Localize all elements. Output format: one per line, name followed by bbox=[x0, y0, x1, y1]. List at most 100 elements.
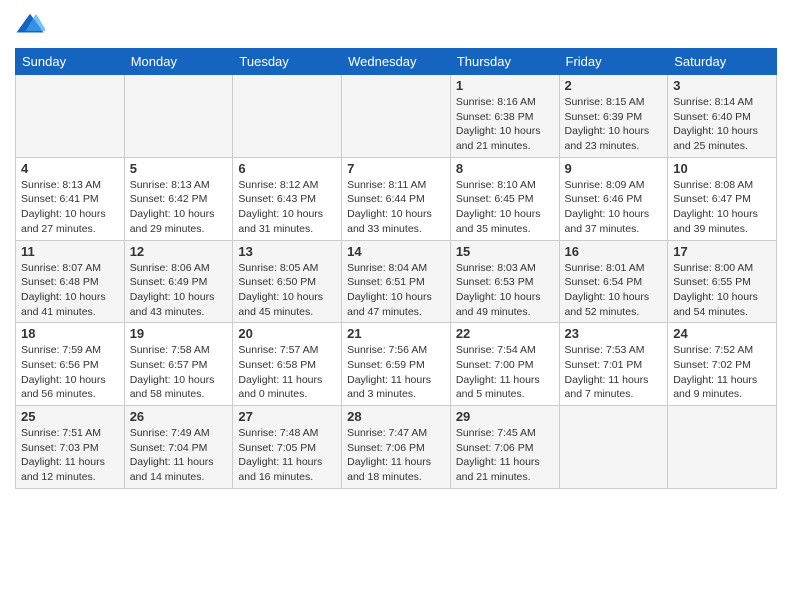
day-number: 12 bbox=[130, 244, 228, 259]
day-number: 18 bbox=[21, 326, 119, 341]
calendar-cell: 13 Sunrise: 8:05 AM Sunset: 6:50 PM Dayli… bbox=[233, 240, 342, 323]
weekday-header: Monday bbox=[124, 49, 233, 75]
day-info: Sunrise: 7:48 AM Sunset: 7:05 PM Dayligh… bbox=[238, 426, 336, 485]
calendar-table: SundayMondayTuesdayWednesdayThursdayFrid… bbox=[15, 48, 777, 489]
page-container: SundayMondayTuesdayWednesdayThursdayFrid… bbox=[0, 0, 792, 612]
day-info: Sunrise: 7:56 AM Sunset: 6:59 PM Dayligh… bbox=[347, 343, 445, 402]
day-number: 4 bbox=[21, 161, 119, 176]
calendar-cell: 11 Sunrise: 8:07 AM Sunset: 6:48 PM Dayli… bbox=[16, 240, 125, 323]
day-number: 11 bbox=[21, 244, 119, 259]
calendar-cell: 16 Sunrise: 8:01 AM Sunset: 6:54 PM Dayli… bbox=[559, 240, 668, 323]
calendar-cell: 20 Sunrise: 7:57 AM Sunset: 6:58 PM Dayli… bbox=[233, 323, 342, 406]
weekday-header: Saturday bbox=[668, 49, 777, 75]
calendar-cell: 1 Sunrise: 8:16 AM Sunset: 6:38 PM Daylig… bbox=[450, 75, 559, 158]
day-info: Sunrise: 7:52 AM Sunset: 7:02 PM Dayligh… bbox=[673, 343, 771, 402]
calendar-cell: 25 Sunrise: 7:51 AM Sunset: 7:03 PM Dayli… bbox=[16, 406, 125, 489]
day-number: 5 bbox=[130, 161, 228, 176]
calendar-week-row: 11 Sunrise: 8:07 AM Sunset: 6:48 PM Dayli… bbox=[16, 240, 777, 323]
weekday-header: Tuesday bbox=[233, 49, 342, 75]
day-info: Sunrise: 7:45 AM Sunset: 7:06 PM Dayligh… bbox=[456, 426, 554, 485]
day-info: Sunrise: 8:00 AM Sunset: 6:55 PM Dayligh… bbox=[673, 261, 771, 320]
calendar-week-row: 18 Sunrise: 7:59 AM Sunset: 6:56 PM Dayli… bbox=[16, 323, 777, 406]
day-info: Sunrise: 8:11 AM Sunset: 6:44 PM Dayligh… bbox=[347, 178, 445, 237]
calendar-cell: 24 Sunrise: 7:52 AM Sunset: 7:02 PM Dayli… bbox=[668, 323, 777, 406]
calendar-cell: 7 Sunrise: 8:11 AM Sunset: 6:44 PM Daylig… bbox=[342, 157, 451, 240]
calendar-cell: 17 Sunrise: 8:00 AM Sunset: 6:55 PM Dayli… bbox=[668, 240, 777, 323]
calendar-cell: 26 Sunrise: 7:49 AM Sunset: 7:04 PM Dayli… bbox=[124, 406, 233, 489]
calendar-week-row: 25 Sunrise: 7:51 AM Sunset: 7:03 PM Dayli… bbox=[16, 406, 777, 489]
day-info: Sunrise: 7:51 AM Sunset: 7:03 PM Dayligh… bbox=[21, 426, 119, 485]
calendar-cell bbox=[559, 406, 668, 489]
day-number: 13 bbox=[238, 244, 336, 259]
calendar-cell: 9Sunrise: 8:09 AM Sunset: 6:46 PM Daylig… bbox=[559, 157, 668, 240]
day-info: Sunrise: 7:47 AM Sunset: 7:06 PM Dayligh… bbox=[347, 426, 445, 485]
day-number: 20 bbox=[238, 326, 336, 341]
weekday-header: Friday bbox=[559, 49, 668, 75]
day-info: Sunrise: 8:12 AM Sunset: 6:43 PM Dayligh… bbox=[238, 178, 336, 237]
calendar-cell: 5 Sunrise: 8:13 AM Sunset: 6:42 PM Daylig… bbox=[124, 157, 233, 240]
day-number: 1 bbox=[456, 78, 554, 93]
calendar-cell: 29 Sunrise: 7:45 AM Sunset: 7:06 PM Dayli… bbox=[450, 406, 559, 489]
day-number: 24 bbox=[673, 326, 771, 341]
calendar-cell: 19 Sunrise: 7:58 AM Sunset: 6:57 PM Dayli… bbox=[124, 323, 233, 406]
calendar-cell: 18 Sunrise: 7:59 AM Sunset: 6:56 PM Dayli… bbox=[16, 323, 125, 406]
calendar-cell: 12 Sunrise: 8:06 AM Sunset: 6:49 PM Dayli… bbox=[124, 240, 233, 323]
weekday-header-row: SundayMondayTuesdayWednesdayThursdayFrid… bbox=[16, 49, 777, 75]
day-number: 16 bbox=[565, 244, 663, 259]
day-number: 19 bbox=[130, 326, 228, 341]
day-number: 25 bbox=[21, 409, 119, 424]
day-number: 9 bbox=[565, 161, 663, 176]
weekday-header: Sunday bbox=[16, 49, 125, 75]
day-number: 3 bbox=[673, 78, 771, 93]
day-number: 10 bbox=[673, 161, 771, 176]
calendar-week-row: 1 Sunrise: 8:16 AM Sunset: 6:38 PM Daylig… bbox=[16, 75, 777, 158]
day-info: Sunrise: 8:13 AM Sunset: 6:42 PM Dayligh… bbox=[130, 178, 228, 237]
day-info: Sunrise: 8:07 AM Sunset: 6:48 PM Dayligh… bbox=[21, 261, 119, 320]
calendar-cell: 10 Sunrise: 8:08 AM Sunset: 6:47 PM Dayli… bbox=[668, 157, 777, 240]
day-number: 6 bbox=[238, 161, 336, 176]
weekday-header: Wednesday bbox=[342, 49, 451, 75]
day-info: Sunrise: 8:16 AM Sunset: 6:38 PM Dayligh… bbox=[456, 95, 554, 154]
day-number: 2 bbox=[565, 78, 663, 93]
calendar-cell: 21Sunrise: 7:56 AM Sunset: 6:59 PM Dayli… bbox=[342, 323, 451, 406]
calendar-cell bbox=[233, 75, 342, 158]
day-info: Sunrise: 8:08 AM Sunset: 6:47 PM Dayligh… bbox=[673, 178, 771, 237]
day-info: Sunrise: 7:57 AM Sunset: 6:58 PM Dayligh… bbox=[238, 343, 336, 402]
calendar-cell: 6 Sunrise: 8:12 AM Sunset: 6:43 PM Daylig… bbox=[233, 157, 342, 240]
day-number: 28 bbox=[347, 409, 445, 424]
calendar-cell: 22 Sunrise: 7:54 AM Sunset: 7:00 PM Dayli… bbox=[450, 323, 559, 406]
calendar-week-row: 4 Sunrise: 8:13 AM Sunset: 6:41 PM Daylig… bbox=[16, 157, 777, 240]
day-number: 27 bbox=[238, 409, 336, 424]
calendar-cell bbox=[668, 406, 777, 489]
day-info: Sunrise: 8:13 AM Sunset: 6:41 PM Dayligh… bbox=[21, 178, 119, 237]
calendar-cell: 14Sunrise: 8:04 AM Sunset: 6:51 PM Dayli… bbox=[342, 240, 451, 323]
day-info: Sunrise: 8:03 AM Sunset: 6:53 PM Dayligh… bbox=[456, 261, 554, 320]
calendar-cell bbox=[16, 75, 125, 158]
calendar-cell bbox=[342, 75, 451, 158]
day-info: Sunrise: 8:01 AM Sunset: 6:54 PM Dayligh… bbox=[565, 261, 663, 320]
day-number: 29 bbox=[456, 409, 554, 424]
day-number: 7 bbox=[347, 161, 445, 176]
day-number: 17 bbox=[673, 244, 771, 259]
calendar-cell: 28 Sunrise: 7:47 AM Sunset: 7:06 PM Dayli… bbox=[342, 406, 451, 489]
day-info: Sunrise: 7:53 AM Sunset: 7:01 PM Dayligh… bbox=[565, 343, 663, 402]
header bbox=[15, 10, 777, 40]
logo bbox=[15, 10, 49, 40]
day-number: 26 bbox=[130, 409, 228, 424]
day-number: 22 bbox=[456, 326, 554, 341]
day-info: Sunrise: 7:59 AM Sunset: 6:56 PM Dayligh… bbox=[21, 343, 119, 402]
day-info: Sunrise: 8:15 AM Sunset: 6:39 PM Dayligh… bbox=[565, 95, 663, 154]
day-info: Sunrise: 7:58 AM Sunset: 6:57 PM Dayligh… bbox=[130, 343, 228, 402]
day-info: Sunrise: 7:49 AM Sunset: 7:04 PM Dayligh… bbox=[130, 426, 228, 485]
logo-icon bbox=[15, 10, 45, 40]
day-info: Sunrise: 8:05 AM Sunset: 6:50 PM Dayligh… bbox=[238, 261, 336, 320]
calendar-cell: 8Sunrise: 8:10 AM Sunset: 6:45 PM Daylig… bbox=[450, 157, 559, 240]
calendar-cell: 4 Sunrise: 8:13 AM Sunset: 6:41 PM Daylig… bbox=[16, 157, 125, 240]
day-info: Sunrise: 8:06 AM Sunset: 6:49 PM Dayligh… bbox=[130, 261, 228, 320]
calendar-cell: 27 Sunrise: 7:48 AM Sunset: 7:05 PM Dayli… bbox=[233, 406, 342, 489]
weekday-header: Thursday bbox=[450, 49, 559, 75]
day-number: 15 bbox=[456, 244, 554, 259]
day-info: Sunrise: 8:10 AM Sunset: 6:45 PM Dayligh… bbox=[456, 178, 554, 237]
day-info: Sunrise: 8:04 AM Sunset: 6:51 PM Dayligh… bbox=[347, 261, 445, 320]
day-info: Sunrise: 7:54 AM Sunset: 7:00 PM Dayligh… bbox=[456, 343, 554, 402]
